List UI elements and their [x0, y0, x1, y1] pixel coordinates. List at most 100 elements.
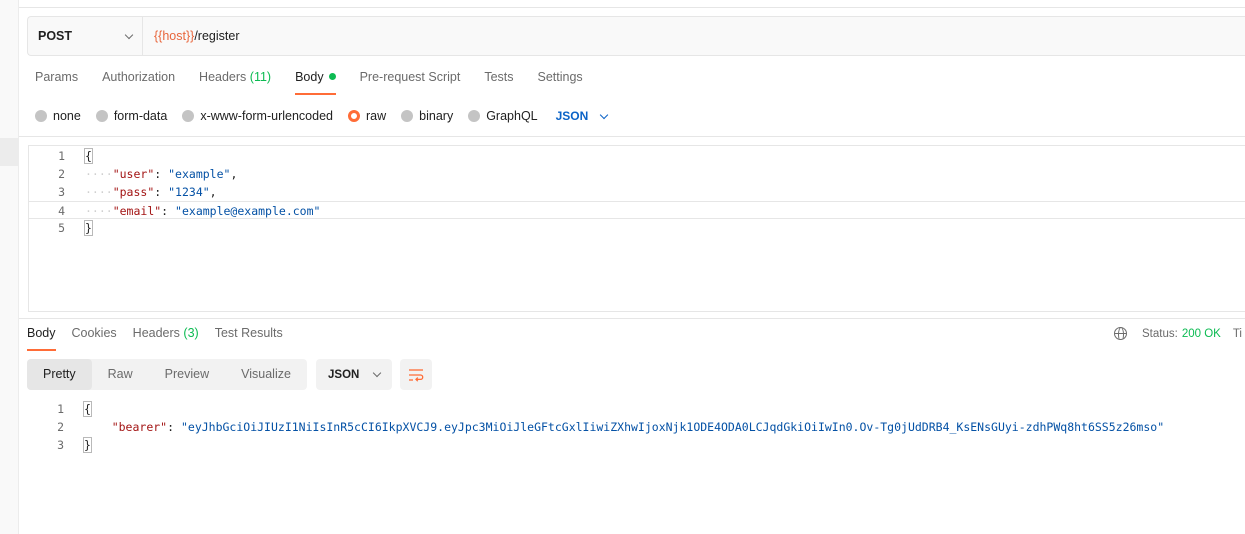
line-number: 2 — [57, 420, 64, 434]
radio-label: GraphQL — [486, 109, 538, 123]
json-value: "example" — [168, 167, 231, 181]
response-body-viewer[interactable]: 1 { 2 "bearer": "eyJhbGciOiJIUzI1NiIsInR… — [28, 400, 1245, 460]
code-line: 1 { — [28, 400, 1245, 418]
headers-count-badge: (11) — [249, 70, 272, 84]
json-comma: , — [230, 167, 238, 181]
tab-label: Body — [27, 326, 56, 340]
line-number: 1 — [57, 402, 64, 416]
open-brace: { — [83, 401, 92, 417]
code-line: 2 ····"user": "example", — [29, 165, 1245, 183]
json-colon: : — [161, 204, 169, 218]
line-number: 2 — [58, 167, 65, 181]
response-tabs: Body Cookies Headers (3) Test Results — [27, 326, 299, 351]
radio-circle[interactable] — [182, 110, 195, 122]
tab-label: Settings — [537, 70, 583, 84]
language-dropdown[interactable]: JSON — [556, 109, 609, 123]
radio-none[interactable]: none — [35, 109, 81, 123]
radio-circle[interactable] — [35, 110, 47, 122]
response-view-toggle: Pretty Raw Preview Visualize — [27, 359, 307, 390]
wrap-lines-button[interactable] — [400, 359, 432, 390]
tab-label: Tests — [484, 70, 514, 84]
radio-circle[interactable] — [468, 110, 481, 122]
code-line: 3 ····"pass": "1234", — [29, 183, 1245, 201]
url-host-variable: {{host}} — [154, 29, 195, 43]
chevron-down-icon — [124, 30, 134, 39]
tab-headers[interactable]: Headers (11) — [199, 70, 271, 95]
code-text: } — [83, 436, 92, 454]
tab-label: Authorization — [102, 70, 176, 84]
top-divider — [19, 7, 1245, 8]
indent-whitespace: ···· — [85, 185, 113, 199]
open-brace: { — [84, 148, 93, 164]
tab-response-headers[interactable]: Headers (3) — [133, 326, 199, 351]
radio-label: binary — [419, 109, 454, 123]
chevron-down-icon — [372, 368, 382, 378]
section-divider — [19, 136, 1245, 137]
tab-authorization[interactable]: Authorization — [102, 70, 175, 95]
view-preview-button[interactable]: Preview — [149, 359, 225, 390]
tab-settings[interactable]: Settings — [538, 70, 583, 95]
tab-params[interactable]: Params — [35, 70, 78, 95]
headers-count-badge: (3) — [183, 326, 199, 340]
json-value: "1234" — [168, 185, 210, 199]
url-input[interactable]: {{host}}/register — [143, 29, 239, 43]
radio-circle[interactable] — [95, 110, 108, 122]
tab-cookies[interactable]: Cookies — [72, 326, 117, 351]
indent-whitespace: ···· — [85, 167, 113, 181]
code-line: 1 { — [29, 147, 1245, 165]
request-tabs: Params Authorization Headers (11) Body P… — [35, 70, 607, 95]
radio-x-www-form-urlencoded[interactable]: x-www-form-urlencoded — [182, 109, 333, 123]
json-colon: : — [154, 185, 162, 199]
json-key: "pass" — [112, 185, 155, 199]
line-number: 4 — [58, 204, 65, 218]
url-bar: POST {{host}}/register — [27, 16, 1245, 56]
url-path: /register — [194, 29, 240, 43]
view-pretty-button[interactable]: Pretty — [27, 359, 92, 390]
status-label: Status: — [1142, 327, 1178, 340]
tab-label: Pre-request Script — [359, 70, 461, 84]
radio-circle[interactable] — [401, 110, 414, 122]
line-number: 5 — [58, 221, 65, 235]
tab-label: Body — [295, 70, 324, 84]
chevron-down-icon — [600, 110, 609, 119]
json-key: "email" — [112, 204, 162, 218]
radio-label: raw — [366, 109, 387, 123]
body-type-selector: none form-data x-www-form-urlencoded raw… — [35, 106, 609, 126]
tab-body[interactable]: Body — [295, 70, 336, 95]
json-value[interactable]: "eyJhbGciOiJIUzI1NiIsInR5cCI6IkpXVCJ9.ey… — [181, 420, 1164, 434]
close-brace: } — [83, 437, 92, 453]
json-colon: : — [154, 167, 162, 181]
tab-label: Test Results — [214, 326, 283, 340]
globe-icon[interactable] — [1114, 327, 1127, 340]
view-raw-button[interactable]: Raw — [92, 359, 149, 390]
radio-circle-selected[interactable] — [348, 110, 360, 122]
format-label: JSON — [328, 368, 360, 381]
radio-binary[interactable]: binary — [401, 109, 453, 123]
tab-label: Params — [35, 70, 79, 84]
tab-response-body[interactable]: Body — [27, 326, 56, 351]
code-text: { — [83, 400, 92, 418]
response-format-dropdown[interactable]: JSON — [316, 359, 392, 390]
response-status: Status: 200 OK Ti — [1114, 327, 1242, 340]
code-text: { — [84, 147, 93, 165]
tab-tests[interactable]: Tests — [484, 70, 513, 95]
radio-form-data[interactable]: form-data — [95, 109, 167, 123]
tab-test-results[interactable]: Test Results — [215, 326, 283, 351]
line-number: 3 — [57, 438, 64, 452]
method-select[interactable]: POST — [28, 17, 143, 55]
tab-pre-request-script[interactable]: Pre-request Script — [360, 70, 461, 95]
radio-raw[interactable]: raw — [348, 109, 386, 123]
line-number: 3 — [58, 185, 65, 199]
json-key: "bearer" — [111, 420, 168, 434]
code-line: 3 } — [28, 436, 1245, 454]
code-text: "bearer": "eyJhbGciOiJIUzI1NiIsInR5cCI6I… — [84, 418, 1164, 436]
code-text: ····"user": "example", — [85, 165, 237, 183]
close-brace: } — [84, 220, 93, 236]
code-line: 2 "bearer": "eyJhbGciOiJIUzI1NiIsInR5cCI… — [28, 418, 1245, 436]
status-value[interactable]: 200 OK — [1182, 328, 1221, 340]
time-label[interactable]: Ti — [1233, 328, 1242, 340]
request-body-editor[interactable]: 1 { 2 ····"user": "example", 3 ····"pass… — [28, 145, 1245, 312]
radio-graphql[interactable]: GraphQL — [468, 109, 538, 123]
json-colon: : — [167, 420, 175, 434]
view-visualize-button[interactable]: Visualize — [225, 359, 307, 390]
